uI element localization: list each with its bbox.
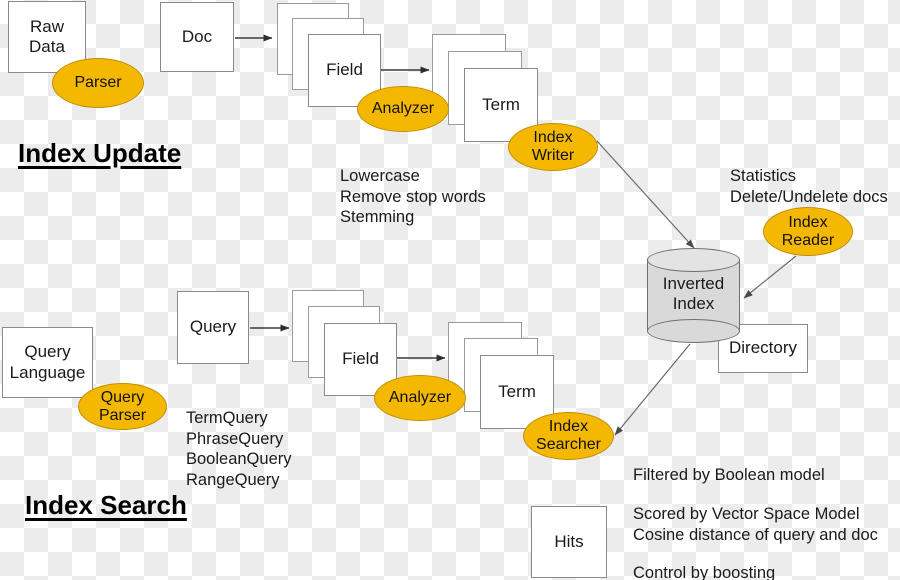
cylinder-top-ellipse bbox=[647, 248, 740, 272]
ellipse-parser-label: Parser bbox=[74, 74, 122, 92]
note-query-types-text: TermQuery PhraseQuery BooleanQuery Range… bbox=[186, 409, 292, 489]
note-control-by-boosting: Control by boosting bbox=[633, 543, 775, 580]
box-field-top-label: Field bbox=[326, 60, 363, 80]
ellipse-index-reader[interactable]: Index Reader bbox=[763, 207, 853, 256]
box-doc[interactable]: Doc bbox=[160, 2, 234, 72]
box-query-label: Query bbox=[189, 317, 237, 337]
note-filtered-by-boolean: Filtered by Boolean model bbox=[633, 445, 825, 486]
ellipse-index-writer[interactable]: Index Writer bbox=[508, 123, 598, 171]
ellipse-index-reader-label: Index Reader bbox=[781, 213, 835, 249]
ellipse-analyzer-bottom[interactable]: Analyzer bbox=[374, 375, 466, 421]
note-query-types: TermQuery PhraseQuery BooleanQuery Range… bbox=[186, 388, 292, 490]
section-title-index-update-label: Index Update bbox=[18, 138, 182, 168]
ellipse-query-parser-label: Query Parser bbox=[98, 388, 147, 424]
box-query-language[interactable]: Query Language bbox=[2, 327, 93, 398]
box-doc-label: Doc bbox=[181, 26, 213, 46]
note-scored-by-vsm-text: Scored by Vector Space Model Cosine dist… bbox=[633, 505, 878, 544]
note-scored-by-vsm: Scored by Vector Space Model Cosine dist… bbox=[633, 484, 878, 545]
note-analyzer-steps: Lowercase Remove stop words Stemming bbox=[340, 146, 486, 228]
arrow-index-to-index-searcher bbox=[614, 343, 691, 436]
box-hits-label: Hits bbox=[554, 531, 584, 551]
note-reader-operations: Statistics Delete/Undelete docs bbox=[730, 146, 888, 207]
cylinder-bottom-ellipse bbox=[647, 319, 740, 343]
ellipse-query-parser[interactable]: Query Parser bbox=[78, 383, 167, 430]
cylinder-inverted-index[interactable]: Inverted Index bbox=[647, 248, 740, 343]
note-reader-operations-text: Statistics Delete/Undelete docs bbox=[730, 167, 888, 206]
section-title-index-update: Index Update bbox=[18, 138, 181, 169]
box-raw-data-label: Raw Data bbox=[29, 16, 65, 56]
cylinder-label: Inverted Index bbox=[662, 274, 725, 314]
section-title-index-search: Index Search bbox=[25, 490, 187, 521]
note-control-by-boosting-text: Control by boosting bbox=[633, 564, 776, 580]
box-query-language-label: Query Language bbox=[9, 342, 86, 382]
note-analyzer-steps-text: Lowercase Remove stop words Stemming bbox=[340, 167, 486, 227]
ellipse-index-searcher[interactable]: Index Searcher bbox=[523, 412, 614, 460]
ellipse-analyzer-top-label: Analyzer bbox=[371, 100, 435, 118]
ellipse-index-searcher-label: Index Searcher bbox=[536, 418, 601, 453]
box-term-top-label: Term bbox=[482, 94, 520, 114]
box-query[interactable]: Query bbox=[177, 291, 249, 364]
box-hits[interactable]: Hits bbox=[531, 506, 607, 578]
box-term-bottom-label: Term bbox=[498, 381, 536, 401]
ellipse-analyzer-bottom-label: Analyzer bbox=[388, 389, 452, 407]
diagram-canvas: Raw Data Parser Doc Field Analyzer Term … bbox=[0, 0, 900, 580]
ellipse-analyzer-top[interactable]: Analyzer bbox=[357, 86, 449, 132]
arrow-index-reader-to-index bbox=[743, 255, 797, 299]
box-field-bottom-label: Field bbox=[342, 349, 379, 369]
arrow-index-writer-to-index bbox=[596, 140, 695, 249]
section-title-index-search-label: Index Search bbox=[25, 490, 187, 520]
note-filtered-by-boolean-text: Filtered by Boolean model bbox=[633, 466, 825, 485]
ellipse-parser[interactable]: Parser bbox=[52, 58, 144, 108]
ellipse-index-writer-label: Index Writer bbox=[531, 129, 575, 164]
